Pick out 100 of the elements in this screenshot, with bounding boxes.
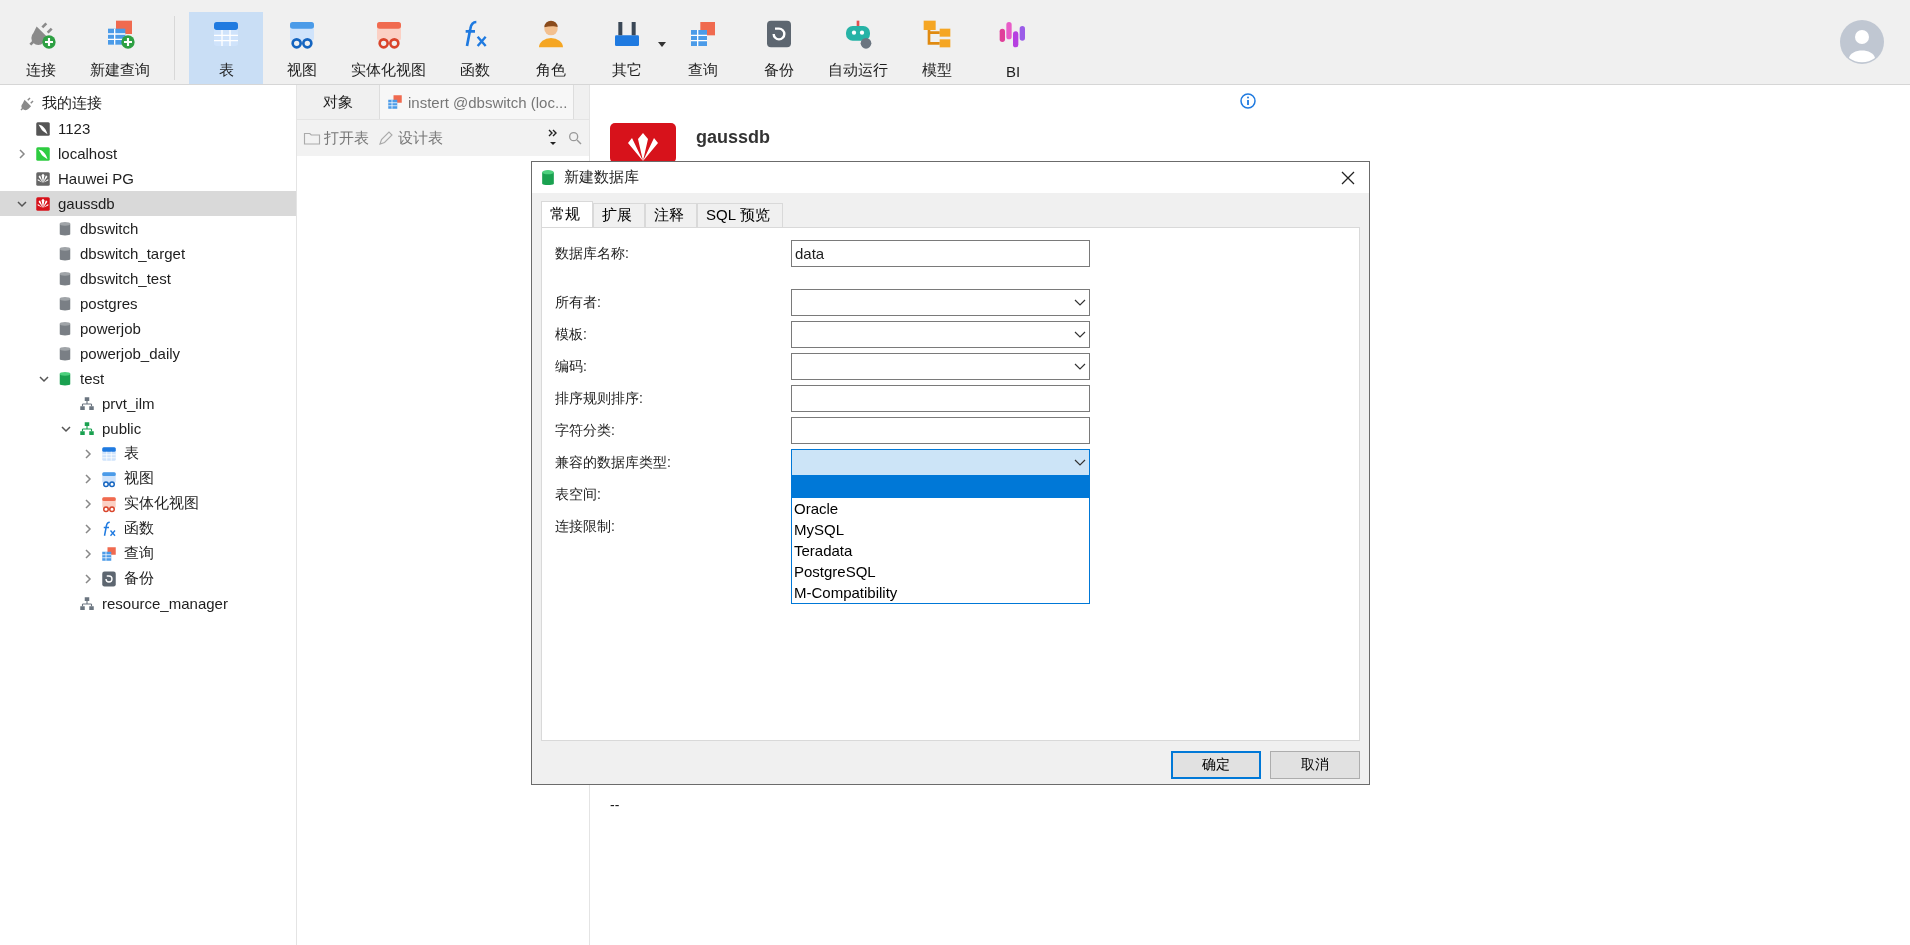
tree-item-label: dbswitch <box>80 220 139 237</box>
tree-item-label: public <box>102 420 142 437</box>
toolbar-button[interactable]: 角色 <box>514 12 588 84</box>
chevron-down-icon[interactable] <box>1074 330 1086 339</box>
select-field[interactable] <box>791 449 1090 476</box>
tree-item[interactable]: public <box>0 416 296 441</box>
network-icon <box>78 419 96 438</box>
tree-item-label: powerjob_daily <box>80 345 181 362</box>
chevron-down-icon[interactable] <box>1074 362 1086 371</box>
toolbar-button[interactable]: 备份 <box>742 12 816 84</box>
tree-item[interactable]: powerjob_daily <box>0 341 296 366</box>
field-label: 连接限制: <box>555 517 616 536</box>
caret-icon[interactable] <box>658 42 666 48</box>
tree-item[interactable]: localhost <box>0 141 296 166</box>
tree-item-label: test <box>80 370 105 387</box>
chevron-right-icon[interactable] <box>82 547 94 560</box>
toolbar-button[interactable]: BI <box>976 12 1050 84</box>
tree-item[interactable]: gaussdb <box>0 191 296 216</box>
tree-item-label: 函数 <box>124 519 154 538</box>
server-icon <box>34 144 52 163</box>
toolbar-button[interactable]: 其它 <box>590 12 664 84</box>
tab[interactable]: 注释 <box>645 203 697 227</box>
chevron-right-icon[interactable] <box>16 147 28 160</box>
tree-item[interactable]: 备份 <box>0 566 296 591</box>
chevron-right-icon[interactable] <box>82 572 94 585</box>
tree-item[interactable]: test <box>0 366 296 391</box>
chevron-down-icon[interactable] <box>1074 458 1086 467</box>
input-field[interactable] <box>791 417 1090 444</box>
tree-item[interactable]: postgres <box>0 291 296 316</box>
glasses-table-icon <box>100 494 118 513</box>
field-label: 编码: <box>555 357 588 376</box>
tree-item-label: dbswitch_target <box>80 245 186 262</box>
tree-item[interactable]: 视图 <box>0 466 296 491</box>
chevron-down-icon[interactable] <box>1074 298 1086 307</box>
tree-item[interactable]: 查询 <box>0 541 296 566</box>
select-field[interactable] <box>791 321 1090 348</box>
tree-item-label: prvt_ilm <box>102 395 155 412</box>
field-label: 兼容的数据库类型: <box>555 453 672 472</box>
chevron-right-icon[interactable] <box>82 472 94 485</box>
tree-item-label: 视图 <box>124 469 154 488</box>
select-field[interactable] <box>791 353 1090 380</box>
refresh-icon <box>100 569 118 588</box>
tree-item-label: postgres <box>80 295 138 312</box>
tree-item[interactable]: dbswitch_test <box>0 266 296 291</box>
dialog-button[interactable]: 确定 <box>1171 751 1261 779</box>
input-field[interactable] <box>791 385 1090 412</box>
tab[interactable]: 扩展 <box>593 203 645 227</box>
tree-item[interactable]: 实体化视图 <box>0 491 296 516</box>
toolbar-button[interactable]: 实体化视图 <box>341 12 436 84</box>
tree-item-label: 查询 <box>124 544 154 563</box>
tree-item[interactable]: prvt_ilm <box>0 391 296 416</box>
tree-item-label: dbswitch_test <box>80 270 171 287</box>
tree-item[interactable]: powerjob <box>0 316 296 341</box>
search-icon[interactable] <box>567 130 583 146</box>
tree-item[interactable]: 表 <box>0 441 296 466</box>
chevron-right-icon[interactable] <box>82 497 94 510</box>
tree-item-label: 备份 <box>124 569 154 588</box>
tab[interactable]: SQL 预览 <box>697 203 783 227</box>
tree-item-label: powerjob <box>80 320 141 337</box>
table-icon <box>100 444 118 463</box>
field-label: 表空间: <box>555 485 602 504</box>
toolbar-button[interactable]: 自动运行 <box>818 12 898 84</box>
connection-title: gaussdb <box>696 127 770 149</box>
tree-item[interactable]: Hauwei PG <box>0 166 296 191</box>
toolbar-button[interactable]: 查询 <box>666 12 740 84</box>
logo-icon <box>34 194 52 213</box>
tree-item[interactable]: dbswitch_target <box>0 241 296 266</box>
field-label: 字符分类: <box>555 421 616 440</box>
info-icon[interactable] <box>1240 93 1256 109</box>
chevron-right-icon[interactable] <box>82 522 94 535</box>
tab[interactable]: instert @dbswitch (loc... <box>379 85 575 119</box>
field-label: 排序规则排序: <box>555 389 644 408</box>
plug-icon <box>18 94 36 113</box>
tree-item-label: 表 <box>124 444 139 463</box>
chevron-right-icon[interactable] <box>82 447 94 460</box>
toolbar-button[interactable]: 连接 <box>4 12 78 84</box>
tree-item-label: resource_manager <box>102 595 228 612</box>
detail-value: -- <box>610 797 620 813</box>
tree-item[interactable]: dbswitch <box>0 216 296 241</box>
tree-item[interactable]: resource_manager <box>0 591 296 616</box>
tab[interactable]: 对象 <box>297 85 379 119</box>
toolbar-button[interactable]: 模型 <box>900 12 974 84</box>
tree-item-label: gaussdb <box>58 195 115 212</box>
stacked-tables-icon <box>100 544 118 563</box>
dialog-button[interactable]: 取消 <box>1270 751 1360 779</box>
tree-item-label: 1123 <box>58 120 91 137</box>
toolbar-button[interactable]: 视图 <box>265 12 339 84</box>
toolbar-button[interactable]: 表 <box>189 12 263 84</box>
tree-header-label: 我的连接 <box>42 94 102 113</box>
tree-item[interactable]: 函数 <box>0 516 296 541</box>
network-icon <box>78 394 96 413</box>
close-icon[interactable] <box>1341 170 1355 185</box>
tree-item[interactable]: 1123 <box>0 116 296 141</box>
toolbar-button[interactable]: 新建查询 <box>80 12 160 84</box>
input-field[interactable]: data <box>791 240 1090 267</box>
tab[interactable]: 常规 <box>541 201 593 227</box>
select-field[interactable] <box>791 289 1090 316</box>
stacked-tables-icon <box>386 93 404 111</box>
toolbar-button[interactable]: 函数 <box>438 12 512 84</box>
field-label: 数据库名称: <box>555 244 630 263</box>
